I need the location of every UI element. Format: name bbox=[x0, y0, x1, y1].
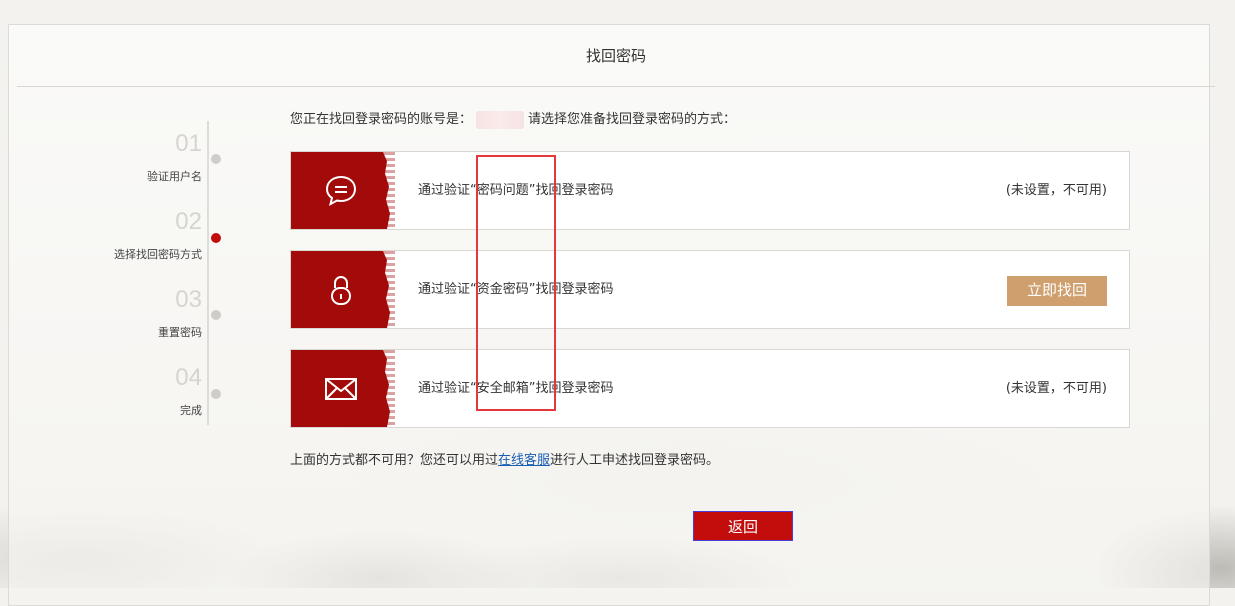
account-intro: 您正在找回登录密码的账号是： 请选择您准备找回登录密码的方式： bbox=[290, 108, 736, 129]
envelope-icon bbox=[325, 378, 357, 400]
intro-prefix: 您正在找回登录密码的账号是： bbox=[290, 112, 473, 127]
option-label: 通过验证“密码问题”找回登录密码 bbox=[418, 183, 614, 198]
back-button[interactable]: 返回 bbox=[693, 511, 793, 541]
step-number-2: 02 bbox=[175, 208, 202, 235]
step-label-3: 重置密码 bbox=[158, 326, 202, 339]
fallback-suffix: 进行人工申述找回登录密码。 bbox=[550, 453, 720, 468]
step-dot-3 bbox=[211, 310, 221, 320]
recover-now-button[interactable]: 立即找回 bbox=[1007, 276, 1107, 306]
step-label-4: 完成 bbox=[180, 404, 202, 417]
lock-icon bbox=[331, 276, 351, 305]
option-icon-block bbox=[291, 152, 390, 229]
intro-suffix: 请选择您准备找回登录密码的方式： bbox=[528, 112, 737, 127]
option-security-email: 通过验证“安全邮箱”找回登录密码 (未设置，不可用) bbox=[290, 349, 1130, 428]
brush-edge bbox=[383, 152, 395, 229]
option-icon-block bbox=[291, 350, 390, 427]
step-number-1: 01 bbox=[175, 130, 202, 157]
step-label-2: 选择找回密码方式 bbox=[114, 248, 202, 261]
step-number-4: 04 bbox=[175, 364, 202, 391]
option-label: 通过验证“安全邮箱”找回登录密码 bbox=[418, 381, 614, 396]
online-service-link[interactable]: 在线客服 bbox=[498, 453, 550, 468]
step-dot-2-active bbox=[211, 233, 221, 243]
option-icon-block bbox=[291, 251, 390, 328]
page-title: 找回密码 bbox=[17, 25, 1215, 87]
step-dot-4 bbox=[211, 389, 221, 399]
brush-edge bbox=[383, 350, 395, 427]
step-timeline bbox=[207, 121, 209, 425]
step-dot-1 bbox=[211, 154, 221, 164]
step-number-3: 03 bbox=[175, 286, 202, 313]
fallback-note: 上面的方式都不可用？您还可以用过在线客服进行人工申述找回登录密码。 bbox=[290, 449, 719, 468]
option-status-unavailable: (未设置，不可用) bbox=[1005, 183, 1107, 198]
option-label: 通过验证“资金密码”找回登录密码 bbox=[418, 282, 614, 297]
option-status-unavailable: (未设置，不可用) bbox=[1005, 381, 1107, 396]
chat-bubble-icon bbox=[325, 175, 357, 206]
brush-edge bbox=[383, 251, 395, 328]
option-security-question: 通过验证“密码问题”找回登录密码 (未设置，不可用) bbox=[290, 151, 1130, 230]
fallback-prefix: 上面的方式都不可用？您还可以用过 bbox=[290, 453, 499, 468]
option-fund-password: 通过验证“资金密码”找回登录密码 立即找回 bbox=[290, 250, 1130, 329]
masked-account-name bbox=[476, 110, 525, 129]
step-label-1: 验证用户名 bbox=[147, 170, 202, 183]
